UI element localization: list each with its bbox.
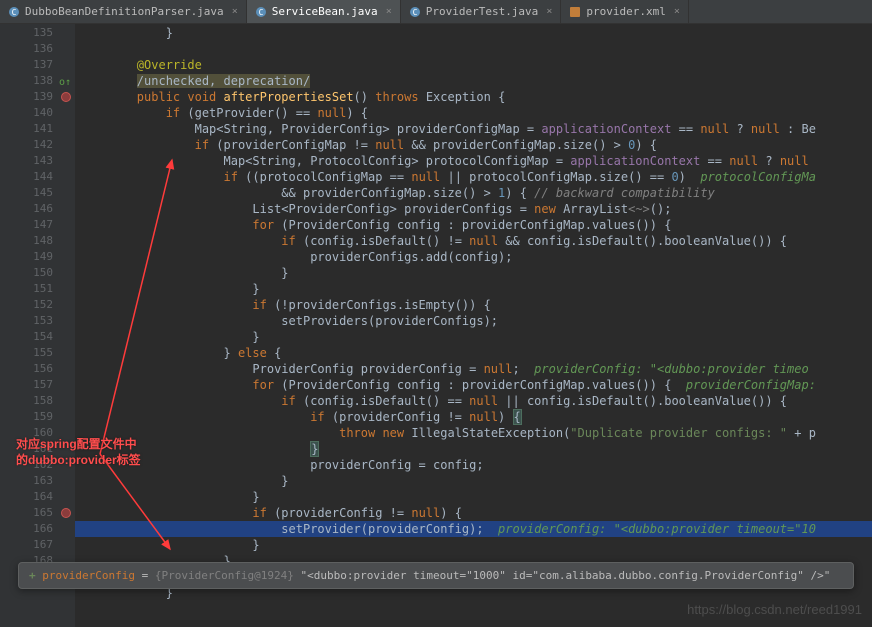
line-number[interactable]: 136 xyxy=(0,41,75,57)
svg-text:C: C xyxy=(412,8,417,17)
editor: 135136137138o↑13914014114214314414514614… xyxy=(0,24,872,627)
code-line[interactable]: for (ProviderConfig config : providerCon… xyxy=(75,377,872,393)
line-number[interactable]: 147 xyxy=(0,217,75,233)
line-number[interactable]: 163 xyxy=(0,473,75,489)
line-number[interactable]: 141 xyxy=(0,121,75,137)
line-number[interactable]: 144 xyxy=(0,169,75,185)
line-number[interactable]: 143 xyxy=(0,153,75,169)
line-number[interactable]: 148 xyxy=(0,233,75,249)
code-line[interactable]: } xyxy=(75,441,872,457)
line-number[interactable]: 153 xyxy=(0,313,75,329)
code-line[interactable]: providerConfigs.add(config); xyxy=(75,249,872,265)
line-number[interactable]: 137 xyxy=(0,57,75,73)
line-number[interactable]: 142 xyxy=(0,137,75,153)
expand-icon[interactable]: + xyxy=(29,569,36,582)
code-line[interactable]: if (providerConfigMap != null && provide… xyxy=(75,137,872,153)
line-number[interactable]: 158 xyxy=(0,393,75,409)
line-number[interactable]: 146 xyxy=(0,201,75,217)
override-icon[interactable]: o↑ xyxy=(59,75,71,87)
line-number[interactable]: 150 xyxy=(0,265,75,281)
code-line[interactable]: if ((protocolConfigMap == null || protoc… xyxy=(75,169,872,185)
code-line[interactable]: } xyxy=(75,265,872,281)
code-line[interactable]: if (getProvider() == null) { xyxy=(75,105,872,121)
tooltip-var: providerConfig xyxy=(42,569,135,582)
java-class-icon: C xyxy=(409,6,421,18)
line-number[interactable]: 156 xyxy=(0,361,75,377)
close-icon[interactable]: × xyxy=(546,6,552,17)
java-class-icon: C xyxy=(255,6,267,18)
tooltip-eq: = xyxy=(135,569,155,582)
line-number[interactable]: 167 xyxy=(0,537,75,553)
code-line[interactable]: } xyxy=(75,473,872,489)
tab-service-bean[interactable]: C ServiceBean.java × xyxy=(247,0,401,23)
line-number[interactable]: 145 xyxy=(0,185,75,201)
code-line[interactable]: if (!providerConfigs.isEmpty()) { xyxy=(75,297,872,313)
line-number[interactable]: 138o↑ xyxy=(0,73,75,89)
tooltip-type: {ProviderConfig@1924} xyxy=(155,569,294,582)
svg-text:C: C xyxy=(258,8,263,17)
code-line[interactable]: @Override xyxy=(75,57,872,73)
error-icon[interactable] xyxy=(59,507,71,519)
code-line[interactable]: providerConfig = config; xyxy=(75,457,872,473)
tab-provider-xml[interactable]: provider.xml × xyxy=(561,0,689,23)
code-line[interactable]: if (providerConfig != null) { xyxy=(75,409,872,425)
code-line[interactable]: if (providerConfig != null) { xyxy=(75,505,872,521)
line-number[interactable]: 151 xyxy=(0,281,75,297)
code-line[interactable]: Map<String, ProviderConfig> providerConf… xyxy=(75,121,872,137)
tab-label: DubboBeanDefinitionParser.java xyxy=(25,5,224,18)
code-line[interactable]: } xyxy=(75,281,872,297)
code-line[interactable]: } xyxy=(75,537,872,553)
code-line[interactable]: if (config.isDefault() != null && config… xyxy=(75,233,872,249)
line-number[interactable]: 155 xyxy=(0,345,75,361)
code-line[interactable] xyxy=(75,41,872,57)
line-number[interactable]: 159 xyxy=(0,409,75,425)
code-line[interactable]: /unchecked, deprecation/ xyxy=(75,73,872,89)
line-number[interactable]: 157 xyxy=(0,377,75,393)
line-gutter[interactable]: 135136137138o↑13914014114214314414514614… xyxy=(0,24,75,627)
code-line[interactable]: List<ProviderConfig> providerConfigs = n… xyxy=(75,201,872,217)
tab-label: ServiceBean.java xyxy=(272,5,378,18)
annotation-line: 对应spring配置文件中 xyxy=(16,436,141,452)
code-line[interactable]: for (ProviderConfig config : providerCon… xyxy=(75,217,872,233)
code-line[interactable]: } xyxy=(75,25,872,41)
tab-provider-test[interactable]: C ProviderTest.java × xyxy=(401,0,562,23)
line-number[interactable]: 165 xyxy=(0,505,75,521)
tab-label: ProviderTest.java xyxy=(426,5,539,18)
code-line[interactable]: setProvider(providerConfig); providerCon… xyxy=(75,521,872,537)
java-class-icon: C xyxy=(8,6,20,18)
watermark: https://blog.csdn.net/reed1991 xyxy=(687,602,862,617)
debug-tooltip[interactable]: + providerConfig = {ProviderConfig@1924}… xyxy=(18,562,854,589)
line-number[interactable]: 152 xyxy=(0,297,75,313)
code-line[interactable]: } xyxy=(75,489,872,505)
error-icon[interactable] xyxy=(59,91,71,103)
tab-dubbo-parser[interactable]: C DubboBeanDefinitionParser.java × xyxy=(0,0,247,23)
code-line[interactable]: } else { xyxy=(75,345,872,361)
close-icon[interactable]: × xyxy=(386,6,392,17)
code-line[interactable]: Map<String, ProtocolConfig> protocolConf… xyxy=(75,153,872,169)
line-number[interactable]: 135 xyxy=(0,25,75,41)
line-number[interactable]: 149 xyxy=(0,249,75,265)
close-icon[interactable]: × xyxy=(674,6,680,17)
line-number[interactable]: 164 xyxy=(0,489,75,505)
tab-bar: C DubboBeanDefinitionParser.java × C Ser… xyxy=(0,0,872,24)
tooltip-value: "<dubbo:provider timeout="1000" id="com.… xyxy=(294,569,830,582)
line-number[interactable]: 154 xyxy=(0,329,75,345)
code-line[interactable]: if (config.isDefault() == null || config… xyxy=(75,393,872,409)
code-line[interactable]: throw new IllegalStateException("Duplica… xyxy=(75,425,872,441)
annotation-text: 对应spring配置文件中 的dubbo:provider标签 xyxy=(16,436,141,468)
close-icon[interactable]: × xyxy=(232,6,238,17)
tab-label: provider.xml xyxy=(586,5,665,18)
line-number[interactable]: 166 xyxy=(0,521,75,537)
code-area[interactable]: } @Override /unchecked, deprecation/ pub… xyxy=(75,24,872,627)
code-line[interactable]: ProviderConfig providerConfig = null; pr… xyxy=(75,361,872,377)
annotation-line: 的dubbo:provider标签 xyxy=(16,452,141,468)
svg-text:C: C xyxy=(12,8,17,17)
xml-file-icon xyxy=(569,6,581,18)
code-line[interactable]: public void afterPropertiesSet() throws … xyxy=(75,89,872,105)
code-line[interactable]: } xyxy=(75,329,872,345)
code-line[interactable]: setProviders(providerConfigs); xyxy=(75,313,872,329)
line-number[interactable]: 140 xyxy=(0,105,75,121)
line-number[interactable]: 139 xyxy=(0,89,75,105)
code-line[interactable]: && providerConfigMap.size() > 1) { // ba… xyxy=(75,185,872,201)
